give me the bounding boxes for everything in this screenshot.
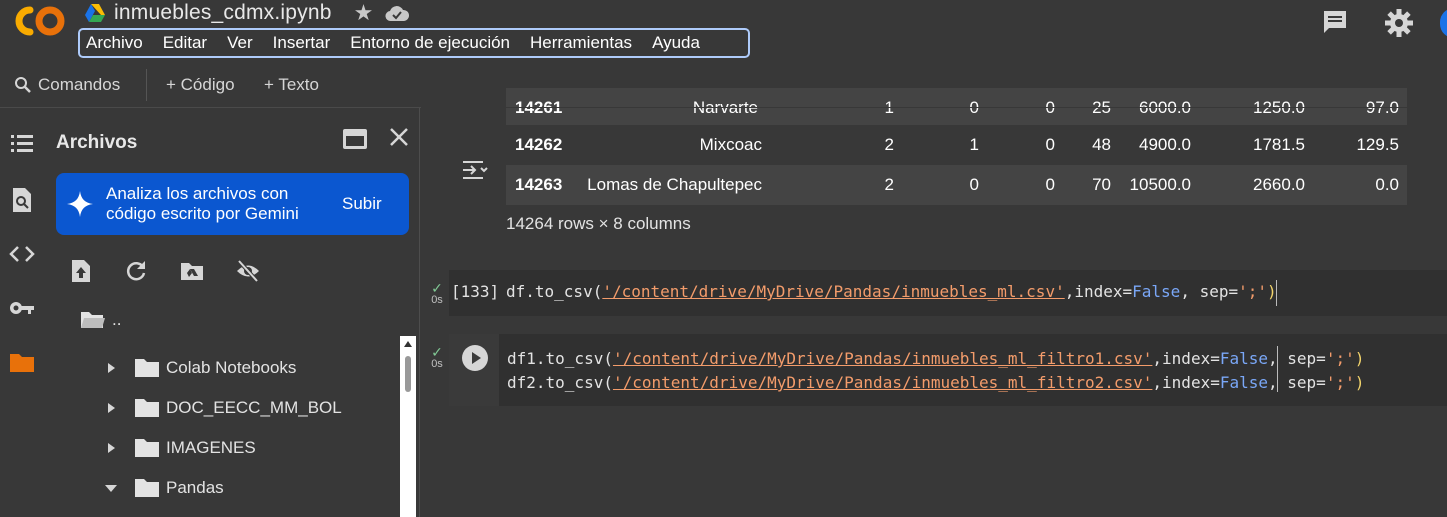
folder-label: Colab Notebooks [166,358,297,377]
comment-icon[interactable] [1321,8,1349,36]
text-cursor [1276,280,1277,306]
chevron-right-icon[interactable] [104,441,118,455]
add-text-label: + Texto [264,75,319,94]
folder-icon [135,479,159,497]
menu-bar: Archivo Editar Ver Insertar Entorno de e… [78,28,750,58]
table-row: 14263 Lomas de Chapultepec 2 0 0 70 1050… [506,165,1407,205]
notebook-area: 14261 Narvarte 1 0 0 25 6000.0 1250.0 97… [421,88,1447,517]
add-code-button[interactable]: + Código [166,72,235,98]
menu-editar[interactable]: Editar [163,33,207,53]
toolbar-divider [146,69,147,101]
run-gutter [449,334,499,406]
parent-directory[interactable]: .. [80,300,121,340]
execution-count: [133] [451,282,500,301]
mount-drive-icon[interactable] [179,258,205,284]
add-text-button[interactable]: + Texto [264,72,319,98]
cloud-saved-icon[interactable] [385,4,410,22]
menu-herramientas[interactable]: Herramientas [530,33,632,53]
tree-item-pandas[interactable]: Pandas [104,468,224,508]
files-panel: Archivos Analiza los archivos con código… [44,108,420,517]
folder-label: IMAGENES [166,438,256,457]
search-icon [15,77,31,93]
menu-insertar[interactable]: Insertar [273,33,331,53]
dataframe-shape: 14264 rows × 8 columns [506,214,691,233]
file-tree-scrollbar[interactable] [400,336,416,517]
google-drive-icon [85,4,105,22]
chevron-down-icon[interactable] [104,481,118,495]
gemini-spark-icon [67,191,93,217]
files-folder-icon[interactable] [8,348,36,376]
folder-icon [135,439,159,457]
add-code-label: + Código [166,75,235,94]
folder-label: Pandas [166,478,224,497]
divider [421,107,1447,108]
files-panel-title: Archivos [56,132,138,153]
table-row: 14262 Mixcoac 2 1 0 48 4900.0 1781.5 129… [506,125,1407,165]
scrollbar-thumb[interactable] [405,356,411,392]
close-icon[interactable] [386,124,412,150]
code-editor[interactable]: df.to_csv('/content/drive/MyDrive/Pandas… [506,282,1277,301]
refresh-icon[interactable] [123,258,149,284]
notebook-title[interactable]: inmuebles_cdmx.ipynb [114,1,332,25]
table-row: 14261 Narvarte 1 0 0 25 6000.0 1250.0 97… [506,88,1407,128]
find-replace-icon[interactable] [8,186,36,214]
hide-files-icon[interactable] [235,258,261,284]
code-snippets-icon[interactable] [8,240,36,268]
tree-item-doc-eecc[interactable]: DOC_EECC_MM_BOL [104,388,342,428]
gemini-banner: Analiza los archivos con código escrito … [56,173,409,235]
menu-ayuda[interactable]: Ayuda [652,33,700,53]
colab-logo[interactable] [12,2,68,40]
commands-button[interactable]: Comandos [14,72,120,98]
secrets-key-icon[interactable] [8,294,36,322]
cell-status: ✓ 0s [425,280,449,306]
run-cell-icon[interactable] [461,344,489,372]
code-cell[interactable]: [133] df.to_csv('/content/drive/MyDrive/… [449,270,1447,316]
folder-icon [135,359,159,377]
folder-icon [135,399,159,417]
check-icon: ✓ [431,344,443,360]
menu-entorno-de-ejecucion[interactable]: Entorno de ejecución [350,33,510,53]
settings-gear-icon[interactable] [1384,8,1414,38]
folder-open-icon [81,312,105,328]
avatar[interactable] [1440,8,1447,38]
gemini-banner-text: Analiza los archivos con código escrito … [106,184,299,223]
check-icon: ✓ [431,280,443,296]
chevron-right-icon[interactable] [104,401,118,415]
cell-status: ✓ 0s [425,344,449,370]
upload-file-icon[interactable] [68,258,94,284]
title-row: inmuebles_cdmx.ipynb ★ [84,0,410,26]
menu-archivo[interactable]: Archivo [86,33,143,53]
file-tree: .. Colab Notebooks DOC_EECC_MM_BOL IMAGE… [44,300,420,517]
menu-ver[interactable]: Ver [227,33,253,53]
parent-directory-label: .. [112,310,122,329]
commands-label: Comandos [38,75,121,94]
code-cell[interactable]: df1.to_csv('/content/drive/MyDrive/Panda… [449,334,1447,406]
text-cursor [1277,346,1278,392]
table-of-contents-icon[interactable] [8,130,36,158]
scroll-up-arrow-icon[interactable] [404,341,412,347]
tree-item-colab-notebooks[interactable]: Colab Notebooks [104,348,296,388]
star-icon[interactable]: ★ [354,2,374,24]
output-actions-icon[interactable] [461,156,489,184]
upload-button[interactable]: Subir [342,194,382,214]
tree-item-imagenes[interactable]: IMAGENES [104,428,256,468]
folder-label: DOC_EECC_MM_BOL [166,398,342,417]
code-editor[interactable]: df1.to_csv('/content/drive/MyDrive/Panda… [507,347,1364,395]
left-rail [0,108,44,517]
open-in-tab-icon[interactable] [342,128,368,150]
header: inmuebles_cdmx.ipynb ★ Archivo Editar Ve… [0,0,1447,62]
chevron-right-icon[interactable] [104,361,118,375]
